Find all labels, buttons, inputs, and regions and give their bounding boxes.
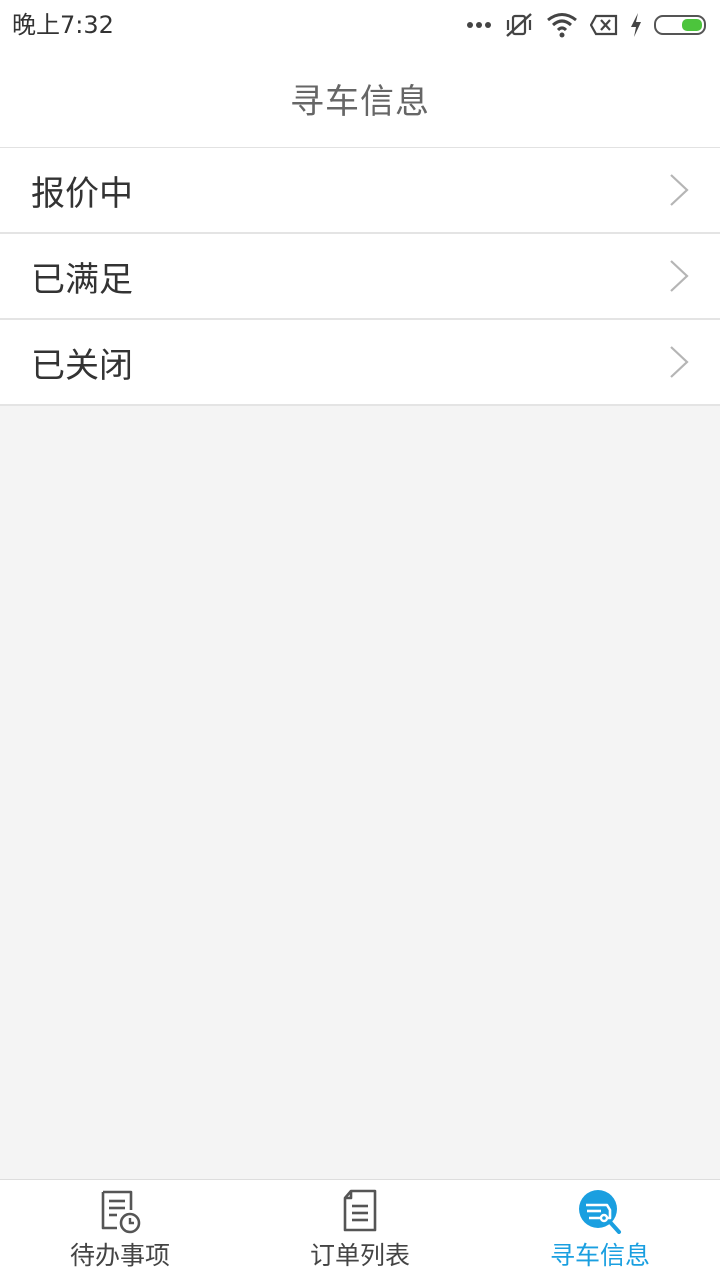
status-time: 晚上7:32 — [12, 11, 114, 39]
chevron-right-icon — [668, 259, 690, 293]
menu-item-label: 已关闭 — [31, 345, 133, 386]
menu-list: 报价中 已满足 已关闭 — [0, 148, 720, 406]
tab-todo[interactable]: 待办事项 — [0, 1180, 240, 1280]
charging-icon — [630, 13, 642, 37]
page-title: 寻车信息 — [290, 82, 430, 122]
menu-item-satisfied[interactable]: 已满足 — [0, 234, 720, 320]
status-icons — [466, 8, 708, 42]
order-document-icon — [337, 1188, 383, 1234]
car-search-icon — [577, 1188, 623, 1234]
more-dots-icon — [466, 20, 492, 30]
battery-icon — [654, 14, 708, 36]
chevron-right-icon — [668, 173, 690, 207]
menu-item-quoting[interactable]: 报价中 — [0, 148, 720, 234]
tab-bar: 待办事项 订单列表 寻车信息 — [0, 1179, 720, 1280]
tab-label: 订单列表 — [309, 1241, 410, 1270]
menu-item-closed[interactable]: 已关闭 — [0, 320, 720, 406]
tab-label: 待办事项 — [69, 1241, 170, 1270]
sim-none-icon — [590, 14, 618, 36]
tab-car-search[interactable]: 寻车信息 — [480, 1180, 720, 1280]
chevron-right-icon — [668, 345, 690, 379]
status-bar: 晚上7:32 — [0, 0, 720, 50]
tab-orders[interactable]: 订单列表 — [240, 1180, 480, 1280]
vibrate-off-icon — [504, 11, 534, 39]
menu-item-label: 已满足 — [31, 259, 133, 300]
app-header: 寻车信息 — [0, 50, 720, 148]
tab-label: 寻车信息 — [549, 1241, 650, 1270]
todo-clock-icon — [97, 1188, 143, 1234]
wifi-icon — [546, 12, 578, 38]
menu-item-label: 报价中 — [31, 173, 133, 214]
